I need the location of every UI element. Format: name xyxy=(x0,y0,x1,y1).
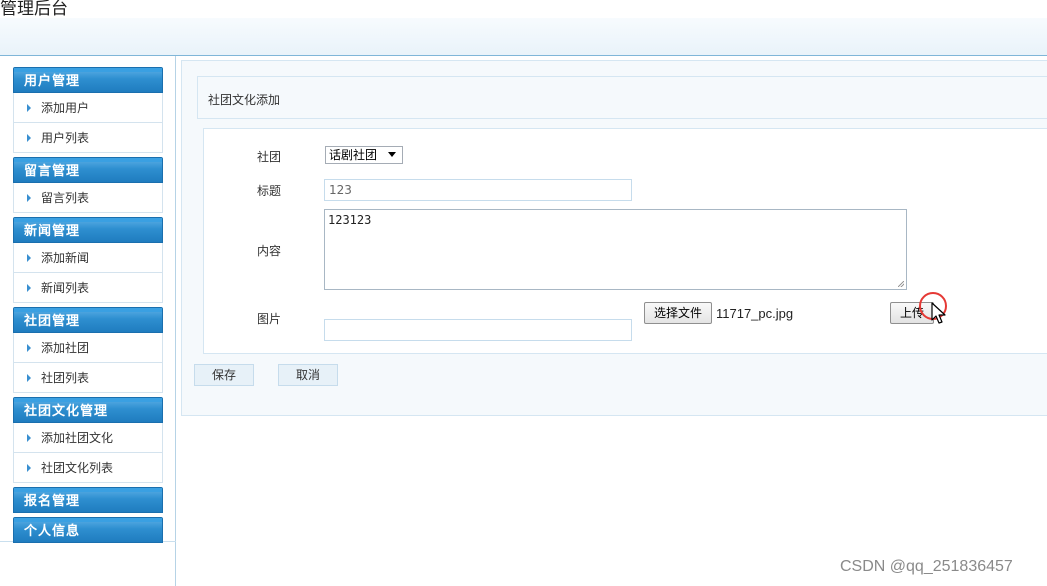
menu-head-club[interactable]: 社团管理 xyxy=(13,307,163,333)
save-button[interactable]: 保存 xyxy=(194,364,254,386)
menu-head-profile[interactable]: 个人信息 xyxy=(13,517,163,543)
arrow-right-icon xyxy=(27,374,31,382)
site-title: 管理后台 xyxy=(0,0,68,19)
content-label: 内容 xyxy=(257,244,282,258)
menu-head-news[interactable]: 新闻管理 xyxy=(13,217,163,243)
caret-down-icon xyxy=(388,152,396,157)
selected-file-name: 11717_pc.jpg xyxy=(716,306,794,321)
arrow-right-icon xyxy=(27,104,31,112)
menu-group-signup: 报名管理 xyxy=(13,487,163,513)
image-label: 图片 xyxy=(257,312,282,326)
sidebar-item-club-list[interactable]: 社团列表 xyxy=(13,363,163,393)
menu-head-message[interactable]: 留言管理 xyxy=(13,157,163,183)
club-select-value: 话剧社团 xyxy=(329,148,378,162)
choose-file-button[interactable]: 选择文件 xyxy=(644,302,712,324)
club-select[interactable]: 话剧社团 xyxy=(325,146,403,164)
sidebar-item-add-user[interactable]: 添加用户 xyxy=(13,93,163,123)
sidebar-item-label: 社团文化列表 xyxy=(41,461,114,475)
sidebar-item-add-news[interactable]: 添加新闻 xyxy=(13,243,163,273)
section-title-box: 社团文化添加 xyxy=(197,76,1047,119)
menu-group-club-culture: 社团文化管理 添加社团文化 社团文化列表 xyxy=(13,397,163,483)
section-title: 社团文化添加 xyxy=(208,93,281,107)
sidebar-item-label: 添加社团 xyxy=(41,341,90,355)
menu-group-user: 用户管理 添加用户 用户列表 xyxy=(13,67,163,153)
title-input[interactable]: 123 xyxy=(324,179,632,201)
menu-group-message: 留言管理 留言列表 xyxy=(13,157,163,213)
sidebar-item-label: 社团列表 xyxy=(41,371,90,385)
sidebar-item-label: 新闻列表 xyxy=(41,281,90,295)
arrow-right-icon xyxy=(27,284,31,292)
sidebar-item-label: 添加新闻 xyxy=(41,251,90,265)
sidebar-divider xyxy=(175,56,176,586)
arrow-right-icon xyxy=(27,194,31,202)
sidebar-item-news-list[interactable]: 新闻列表 xyxy=(13,273,163,303)
menu-head-signup[interactable]: 报名管理 xyxy=(13,487,163,513)
cancel-button[interactable]: 取消 xyxy=(278,364,338,386)
sidebar-item-club-culture-list[interactable]: 社团文化列表 xyxy=(13,453,163,483)
sidebar-item-label: 添加用户 xyxy=(41,101,90,115)
menu-group-news: 新闻管理 添加新闻 新闻列表 xyxy=(13,217,163,303)
sidebar-item-add-club-culture[interactable]: 添加社团文化 xyxy=(13,423,163,453)
image-path-input[interactable] xyxy=(324,319,632,341)
sidebar-item-label: 添加社团文化 xyxy=(41,431,114,445)
sidebar-item-add-club[interactable]: 添加社团 xyxy=(13,333,163,363)
menu-head-user[interactable]: 用户管理 xyxy=(13,67,163,93)
arrow-right-icon xyxy=(27,434,31,442)
mouse-pointer-icon xyxy=(931,302,946,324)
menu-group-club: 社团管理 添加社团 社团列表 xyxy=(13,307,163,393)
top-banner xyxy=(0,18,1047,56)
club-label: 社团 xyxy=(257,150,282,164)
sidebar-item-label: 用户列表 xyxy=(41,131,90,145)
arrow-right-icon xyxy=(27,344,31,352)
sidebar-item-user-list[interactable]: 用户列表 xyxy=(13,123,163,153)
content-text: 123123 xyxy=(328,213,372,227)
arrow-right-icon xyxy=(27,464,31,472)
sidebar-item-message-list[interactable]: 留言列表 xyxy=(13,183,163,213)
sidebar-item-label: 留言列表 xyxy=(41,191,90,205)
content-textarea[interactable]: 123123 xyxy=(324,209,907,290)
watermark-text: CSDN @qq_251836457 xyxy=(840,558,1013,575)
arrow-right-icon xyxy=(27,134,31,142)
arrow-right-icon xyxy=(27,254,31,262)
resize-grip-icon[interactable] xyxy=(898,281,904,287)
menu-head-club-culture[interactable]: 社团文化管理 xyxy=(13,397,163,423)
menu-group-profile: 个人信息 xyxy=(13,517,163,543)
title-label: 标题 xyxy=(257,184,282,198)
